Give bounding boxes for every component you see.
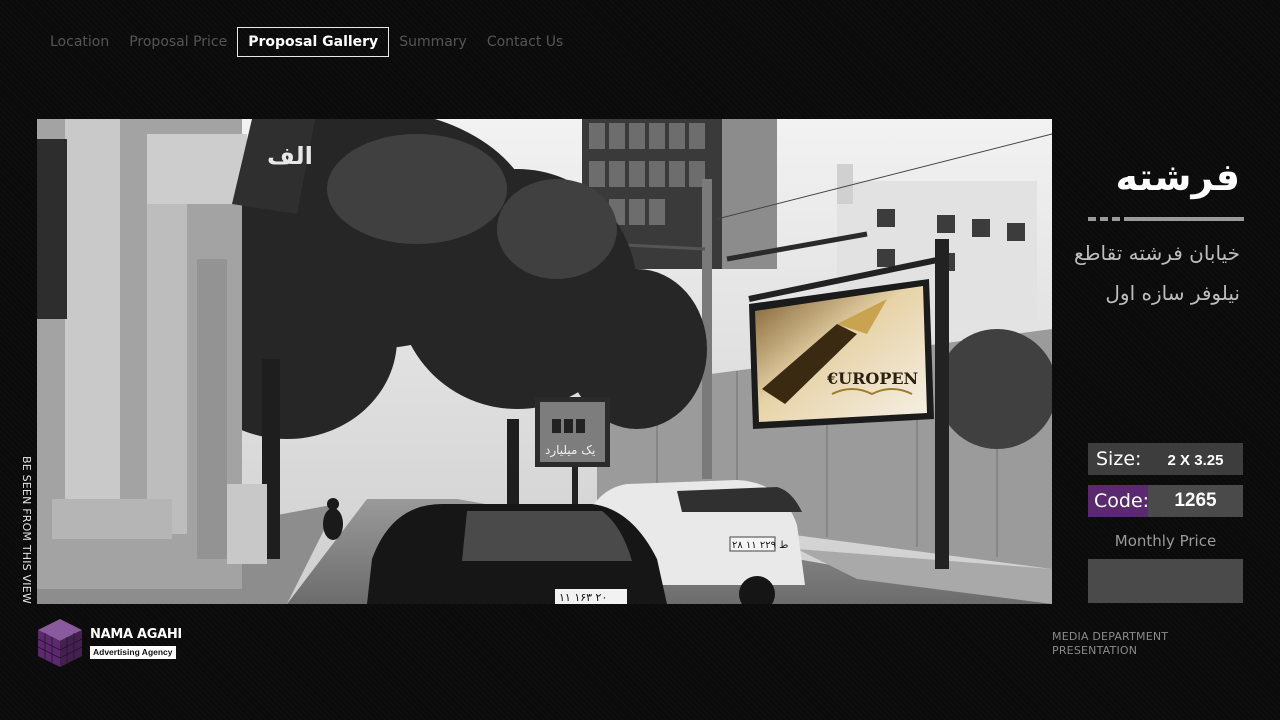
footer-note-line1: MEDIA DEPARTMENT bbox=[1052, 630, 1169, 643]
top-nav: Location Proposal Price Proposal Gallery… bbox=[40, 27, 573, 57]
code-label: Code: bbox=[1088, 485, 1149, 517]
nav-contact-us[interactable]: Contact Us bbox=[477, 27, 573, 57]
size-value: 2 X 3.25 bbox=[1167, 452, 1224, 469]
left-banner-text: الف bbox=[267, 142, 313, 170]
location-title: فرشته bbox=[1115, 155, 1240, 199]
monthly-price-value bbox=[1088, 559, 1243, 603]
site-photo: الف یک میلیارد €UROPEN ۲۸ ط ۲۲۹ ۱۱ ۱۱ ۱۶… bbox=[37, 119, 1052, 604]
billboard-brand-text: €UROPEN bbox=[826, 369, 918, 388]
size-row: Size: 2 X 3.25 bbox=[1088, 443, 1243, 475]
brand-name: NAMA AGAHI bbox=[90, 626, 182, 642]
location-address: خیابان فرشته تقاطع نیلوفر سازه اول bbox=[1073, 241, 1240, 305]
nav-location[interactable]: Location bbox=[40, 27, 119, 57]
nav-proposal-price[interactable]: Proposal Price bbox=[119, 27, 237, 57]
size-label: Size: bbox=[1096, 448, 1142, 470]
side-caption: BE SEEN FROM THIS VIEW bbox=[20, 456, 33, 604]
code-value: 1265 bbox=[1174, 490, 1217, 511]
nav-proposal-gallery[interactable]: Proposal Gallery bbox=[237, 27, 390, 57]
plate-black-car: ۱۱ ۱۶۳ ۲۰ bbox=[559, 591, 607, 604]
monthly-price-label: Monthly Price bbox=[1114, 532, 1217, 550]
brand-tagline: Advertising Agency bbox=[90, 645, 176, 659]
code-row: Code: 1265 bbox=[1088, 485, 1243, 517]
nav-summary[interactable]: Summary bbox=[389, 27, 477, 57]
footer-note: MEDIA DEPARTMENT PRESENTATION bbox=[1052, 630, 1168, 658]
plate-white-car: ۲۸ ط ۲۲۹ ۱۱ bbox=[732, 540, 788, 551]
cube-logo-icon bbox=[37, 619, 83, 667]
info-panel: فرشته خیابان فرشته تقاطع نیلوفر سازه اول… bbox=[1074, 119, 1256, 604]
small-billboard-text: یک میلیارد bbox=[545, 443, 595, 458]
brand-logo[interactable]: NAMA AGAHI Advertising Agency bbox=[36, 616, 186, 670]
footer-note-line2: PRESENTATION bbox=[1052, 644, 1138, 657]
title-divider bbox=[1088, 217, 1244, 221]
